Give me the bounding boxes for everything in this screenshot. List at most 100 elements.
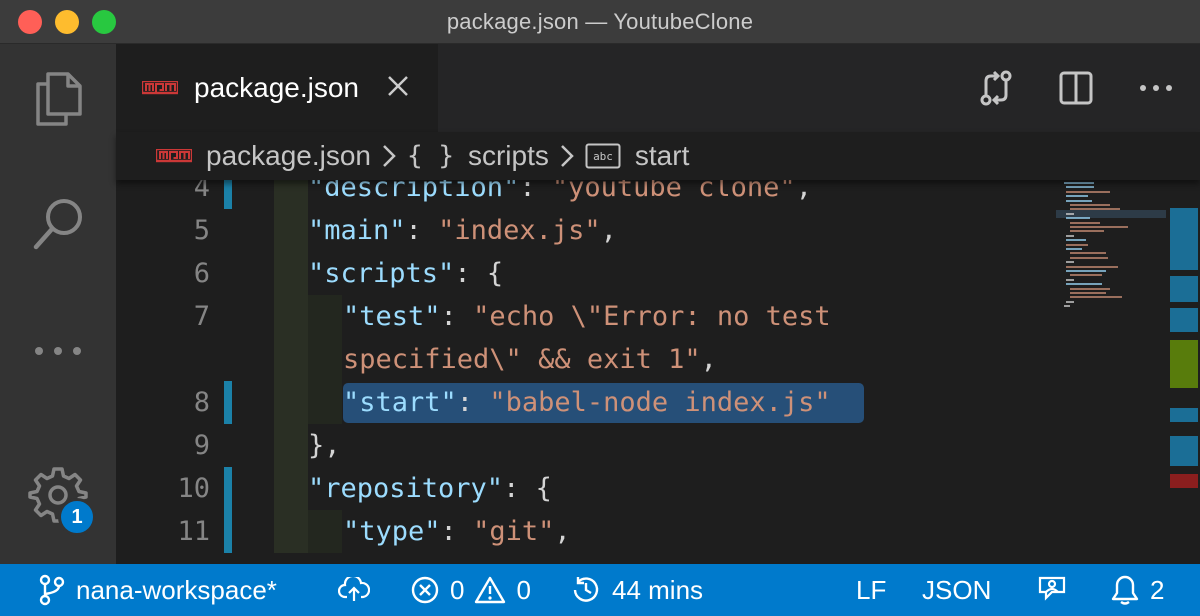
minimap[interactable] — [1056, 180, 1166, 564]
minimap-line — [1066, 261, 1074, 264]
manage-button[interactable] — [0, 450, 116, 540]
maximize-window-button[interactable] — [92, 10, 116, 34]
line-number: 11 — [177, 516, 210, 547]
window-controls — [18, 10, 116, 34]
code-line[interactable]: 7 "test": "echo \"Error: no test — [116, 295, 1056, 338]
search-button[interactable] — [0, 180, 116, 270]
language-mode-status[interactable]: JSON — [922, 564, 991, 616]
minimap-line — [1066, 239, 1086, 242]
minimap-line — [1066, 186, 1094, 189]
minimap-line — [1070, 204, 1110, 206]
code-line[interactable]: specified\" && exit 1", — [116, 338, 1056, 381]
indent-guide — [274, 338, 308, 381]
minimap-line — [1066, 270, 1106, 272]
string-icon: abc — [585, 143, 621, 169]
chevron-right-icon — [559, 143, 575, 169]
minimap-line — [1070, 252, 1106, 255]
minimap-line — [1066, 300, 1074, 303]
branch-name: nana-workspace* — [76, 574, 277, 605]
status-bar: nana-workspace* 0 0 44 mins LF JSON 2 — [0, 564, 1200, 616]
warning-count: 0 — [516, 574, 531, 605]
tab-label: package.json — [194, 72, 360, 103]
modified-gutter-marker — [224, 467, 232, 510]
code-editor[interactable]: 4 "description": "youtube clone", 5 "main":… — [116, 180, 1200, 564]
minimize-window-button[interactable] — [55, 10, 79, 34]
npm-icon — [142, 81, 178, 95]
code-line[interactable]: 5 "main": "index.js", — [116, 209, 1056, 252]
sync-button[interactable] — [338, 564, 380, 616]
indent-guide — [274, 510, 308, 553]
scroll-error-marker — [1170, 474, 1198, 488]
minimap-line — [1064, 305, 1070, 308]
minimap-line — [1070, 296, 1122, 299]
modified-gutter-marker — [224, 381, 232, 424]
split-editor-button[interactable] — [1056, 68, 1096, 108]
code-text: "test": "echo \"Error: no test — [343, 301, 831, 332]
notifications-button[interactable]: 2 — [1110, 564, 1164, 616]
line-number: 9 — [193, 430, 210, 461]
vertical-scrollbar[interactable] — [1166, 180, 1200, 564]
indent-guide — [274, 180, 308, 209]
breadcrumb-start-label: start — [634, 140, 690, 171]
code-text: "repository": { — [308, 473, 552, 504]
notification-count: 2 — [1150, 574, 1165, 605]
indent-guide — [308, 295, 342, 338]
indent-guide — [308, 510, 342, 553]
problems-status[interactable]: 0 0 — [410, 564, 531, 616]
open-changes-button[interactable] — [976, 68, 1016, 108]
close-icon[interactable] — [386, 74, 410, 98]
line-number: 5 — [193, 215, 210, 246]
line-number: 8 — [193, 387, 210, 418]
scroll-added-marker — [1170, 340, 1198, 388]
eol-label: LF — [856, 574, 887, 605]
breadcrumb-scripts[interactable]: { } scripts — [407, 140, 549, 172]
eol-status[interactable]: LF — [856, 564, 886, 616]
breadcrumb-start[interactable]: abc start — [585, 140, 689, 172]
modified-gutter-marker — [224, 180, 232, 209]
files-icon — [36, 72, 82, 126]
settings-badge: 1 — [58, 498, 96, 536]
code-line[interactable]: 8 "start": "babel-node index.js" — [116, 381, 1056, 424]
time-spent: 44 mins — [612, 574, 704, 605]
cloud-upload-icon — [338, 577, 370, 601]
activity-bar: 1 — [0, 44, 116, 564]
code-line[interactable]: 6 "scripts": { — [116, 252, 1056, 295]
breadcrumb: package.json { } scripts abc start — [116, 132, 1200, 180]
more-views-button[interactable] — [0, 306, 116, 396]
language-label: JSON — [922, 574, 992, 605]
indent-guide — [274, 424, 308, 467]
time-tracker-status[interactable]: 44 mins — [570, 564, 703, 616]
minimap-line — [1066, 199, 1092, 202]
line-number: 7 — [193, 301, 210, 332]
indent-guide — [274, 295, 308, 338]
code-text: "description": "youtube clone", — [308, 180, 812, 203]
breadcrumb-file[interactable]: package.json — [156, 140, 371, 172]
code-line[interactable]: 11 "type": "git", — [116, 510, 1056, 553]
feedback-button[interactable] — [1036, 564, 1078, 616]
code-line[interactable]: 4 "description": "youtube clone", — [116, 180, 1056, 209]
branch-status[interactable]: nana-workspace* — [38, 564, 277, 616]
scroll-change-marker — [1170, 408, 1198, 422]
search-icon — [33, 199, 82, 250]
line-number: 6 — [193, 258, 210, 289]
code-line[interactable]: 9}, — [116, 424, 1056, 467]
close-window-button[interactable] — [18, 10, 42, 34]
npm-icon — [156, 149, 192, 163]
minimap-line — [1066, 283, 1102, 286]
scroll-change-marker — [1170, 308, 1198, 332]
minimap-line — [1070, 221, 1100, 224]
indent-guide — [308, 381, 342, 424]
code-text: "scripts": { — [308, 258, 504, 289]
code-text: specified\" && exit 1", — [343, 344, 717, 375]
tab-package-json[interactable]: package.json — [116, 44, 438, 132]
explorer-button[interactable] — [0, 54, 116, 144]
more-icon — [35, 347, 81, 355]
bell-icon — [1111, 575, 1139, 605]
feedback-icon — [1038, 576, 1066, 601]
editor-actions — [976, 68, 1176, 108]
indent-guide — [274, 467, 308, 510]
more-actions-button[interactable] — [1136, 68, 1176, 108]
minimap-line — [1070, 292, 1106, 294]
minimap-line — [1066, 265, 1118, 268]
code-line[interactable]: 10 "repository": { — [116, 467, 1056, 510]
